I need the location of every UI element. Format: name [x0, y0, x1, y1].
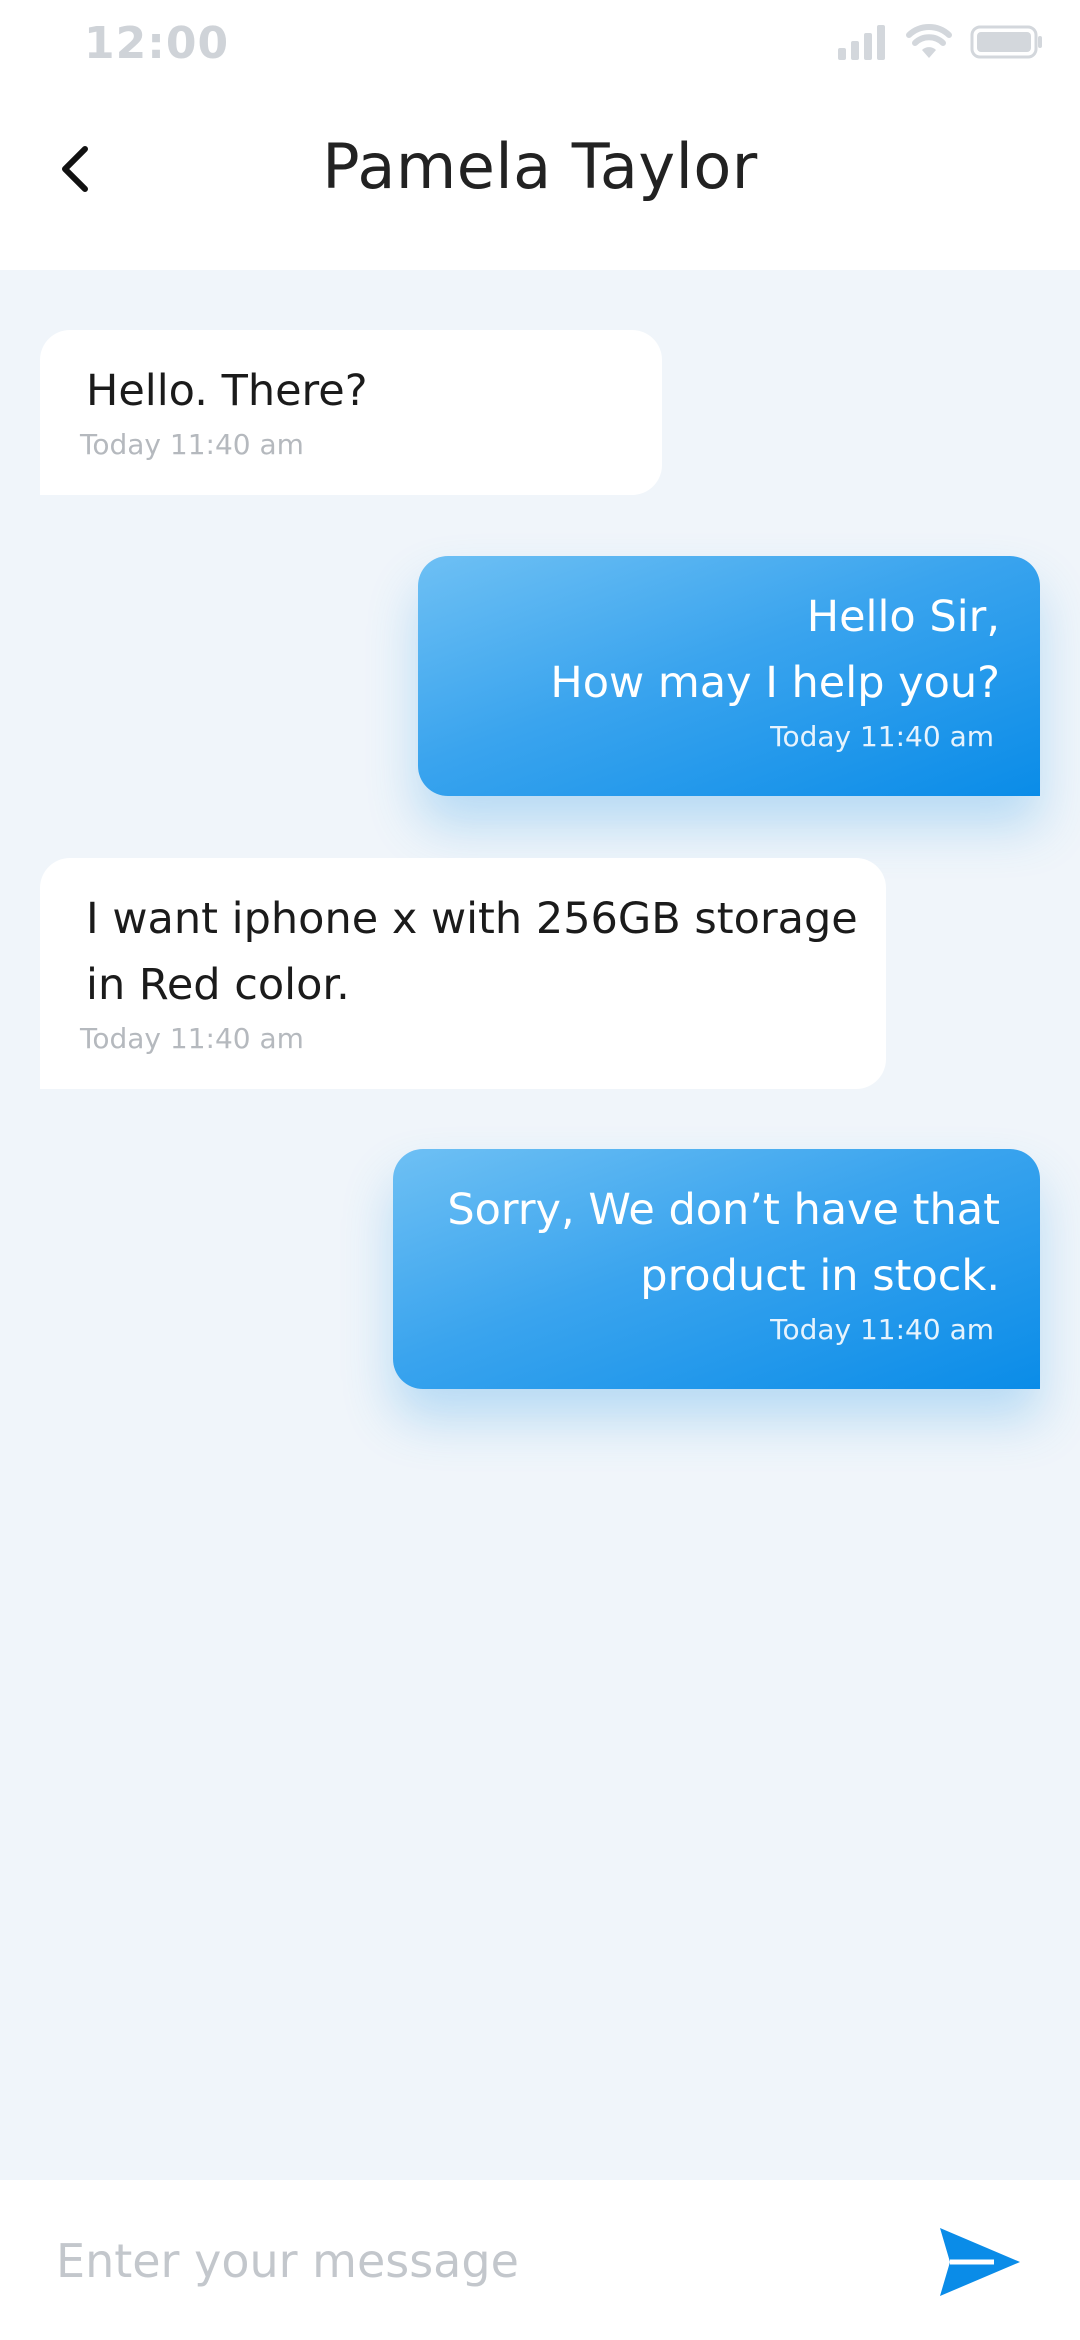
message-composer — [0, 2180, 1080, 2340]
message-timestamp: Today 11:40 am — [770, 1313, 994, 1346]
contact-name: Pamela Taylor — [322, 130, 758, 203]
status-icons — [836, 22, 1044, 62]
message-timestamp: Today 11:40 am — [80, 1022, 304, 1055]
message-bubble-outgoing[interactable]: Hello Sir, How may I help you? Today 11:… — [418, 556, 1040, 796]
message-bubble-incoming[interactable]: I want iphone x with 256GB storage in Re… — [40, 858, 886, 1089]
message-text: Hello Sir, How may I help you? — [550, 592, 1000, 708]
message-input[interactable] — [54, 2210, 878, 2312]
message-text: Sorry, We don’t have that product in sto… — [447, 1185, 1000, 1301]
signal-icon — [838, 25, 885, 60]
message-text: Hello. There? — [86, 366, 368, 416]
send-icon — [940, 2228, 1020, 2296]
status-time: 12:00 — [84, 18, 230, 69]
send-button[interactable] — [934, 2222, 1024, 2302]
message-bubble-outgoing[interactable]: Sorry, We don’t have that product in sto… — [393, 1149, 1040, 1389]
message-timestamp: Today 11:40 am — [80, 428, 304, 461]
chat-header: Pamela Taylor — [0, 84, 1080, 270]
battery-icon — [970, 25, 1042, 59]
message-text: I want iphone x with 256GB storage in Re… — [86, 894, 858, 1010]
wifi-icon — [906, 24, 952, 58]
message-timestamp: Today 11:40 am — [770, 720, 994, 753]
message-bubble-incoming[interactable]: Hello. There? Today 11:40 am — [40, 330, 662, 495]
chat-screen: 12:00 Pamela Taylor Hello. There? Today … — [0, 0, 1080, 2340]
status-bar: 12:00 — [0, 0, 1080, 84]
